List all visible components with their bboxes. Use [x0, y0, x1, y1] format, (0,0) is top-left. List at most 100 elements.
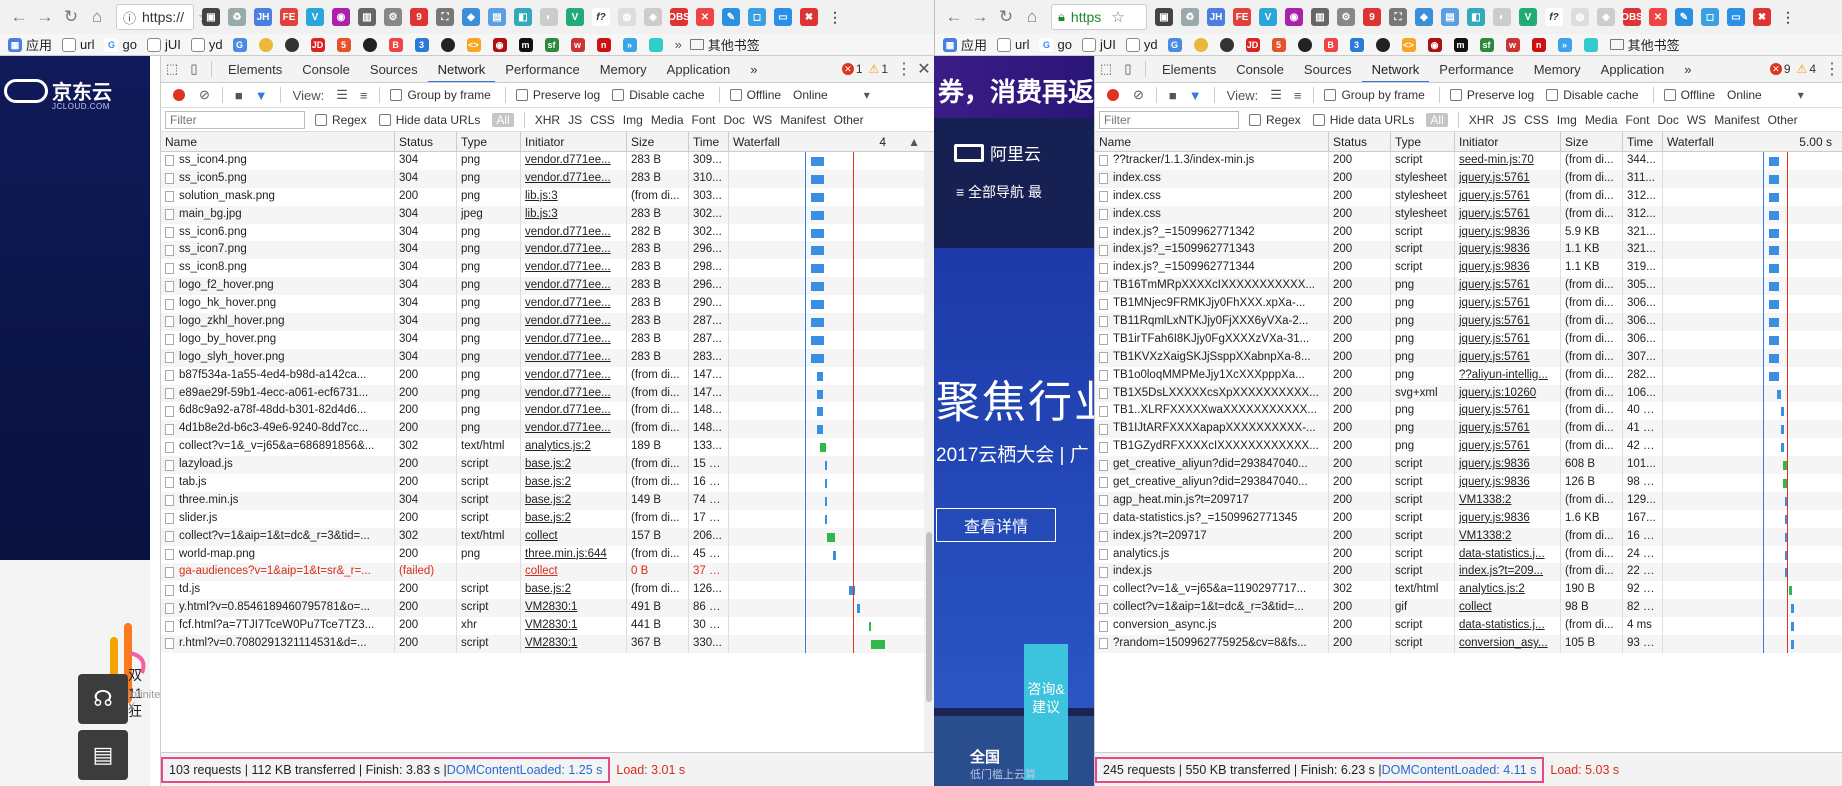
- column-size[interactable]: Size: [1561, 132, 1623, 151]
- cell-initiator[interactable]: jquery.js:5761: [1455, 313, 1561, 331]
- table-row[interactable]: index.css 200 stylesheet jquery.js:5761 (fro…: [1095, 169, 1842, 188]
- extension-icon[interactable]: ◻: [748, 8, 766, 26]
- extension-icon[interactable]: ◉: [332, 8, 350, 26]
- extension-icon[interactable]: ◆: [1415, 8, 1433, 26]
- bookmark-apps[interactable]: ▦ 应用: [943, 35, 987, 54]
- cell-initiator[interactable]: jquery.js:10260: [1455, 384, 1561, 403]
- error-counter[interactable]: ✕ 1 ⚠ 1: [841, 62, 894, 76]
- type-filter-js[interactable]: JS: [1502, 113, 1516, 127]
- extension-icon[interactable]: ◐: [540, 8, 558, 26]
- clear-icon[interactable]: ⊘: [1133, 87, 1144, 103]
- menu-icon[interactable]: ⋮: [826, 8, 844, 26]
- type-filter-font[interactable]: Font: [1626, 113, 1650, 127]
- device-toolbar-icon[interactable]: ▯: [183, 58, 205, 80]
- cell-initiator[interactable]: collect: [1455, 599, 1561, 618]
- type-filter-other[interactable]: Other: [1768, 113, 1798, 127]
- cell-initiator[interactable]: jquery.js:9836: [1455, 456, 1561, 475]
- cell-initiator[interactable]: jquery.js:5761: [1455, 438, 1561, 457]
- bookmark-jd[interactable]: JD: [1245, 37, 1264, 52]
- bookmarks-overflow[interactable]: »: [675, 37, 682, 52]
- extension-icon[interactable]: JH: [1207, 8, 1225, 26]
- table-row[interactable]: ss_icon5.png 304 png vendor.d771ee... 283 B3…: [161, 169, 924, 188]
- reload-icon[interactable]: ↻: [58, 4, 84, 30]
- extension-icon[interactable]: OBS: [668, 8, 690, 26]
- column-name[interactable]: Name: [1095, 132, 1329, 151]
- extension-icon[interactable]: FE: [1233, 8, 1251, 26]
- table-row[interactable]: collect?v=1&_v=j65&a=686891856&... 302 tex…: [161, 438, 924, 457]
- cell-initiator[interactable]: base.js:2: [521, 491, 627, 510]
- cell-initiator[interactable]: VM2830:1: [521, 599, 627, 618]
- bookmark-chevrons[interactable]: »: [1557, 37, 1576, 52]
- bookmark-n[interactable]: n: [596, 37, 615, 52]
- type-filter-xhr[interactable]: XHR: [1469, 113, 1494, 127]
- tab-performance[interactable]: Performance: [495, 56, 589, 82]
- bookmark-bootstrap[interactable]: B: [388, 37, 407, 52]
- cell-initiator[interactable]: vendor.d771ee...: [521, 277, 627, 296]
- cell-initiator[interactable]: ??aliyun-intellig...: [1455, 366, 1561, 385]
- extension-icon[interactable]: ◻: [1701, 8, 1719, 26]
- column-waterfall[interactable]: Waterfall 5.00 s: [1663, 132, 1842, 151]
- extension-icon[interactable]: ◈: [644, 8, 662, 26]
- inspect-icon[interactable]: ⬚: [161, 58, 183, 80]
- filter-input[interactable]: [165, 110, 305, 129]
- column-initiator[interactable]: Initiator: [1455, 132, 1561, 151]
- extension-icon[interactable]: ▤: [488, 8, 506, 26]
- table-row[interactable]: logo_slyh_hover.png 304 png vendor.d771ee..…: [161, 348, 924, 367]
- table-row[interactable]: ss_icon8.png 304 png vendor.d771ee... 283 B2…: [161, 259, 924, 278]
- record-icon[interactable]: [1107, 89, 1119, 101]
- cell-initiator[interactable]: jquery.js:5761: [1455, 169, 1561, 188]
- cell-initiator[interactable]: seed-min.js:70: [1455, 152, 1561, 170]
- extension-icon[interactable]: JH: [254, 8, 272, 26]
- extension-icon[interactable]: ✕: [1649, 8, 1667, 26]
- table-row[interactable]: TB1irTFah6I8KJjy0FgXXXXzVXa-31... 200 png j…: [1095, 330, 1842, 349]
- menu-icon[interactable]: ⋮: [1779, 8, 1797, 26]
- table-row[interactable]: e89ae29f-59b1-4ecc-a061-ecf6731... 200 png…: [161, 384, 924, 403]
- back-icon[interactable]: ←: [6, 4, 32, 30]
- home-icon[interactable]: ⌂: [1019, 4, 1045, 30]
- type-filter-other[interactable]: Other: [834, 113, 864, 127]
- bookmark-yd[interactable]: yd: [1125, 37, 1158, 52]
- type-filter-all[interactable]: All: [1426, 112, 1448, 127]
- table-row[interactable]: index.css 200 stylesheet jquery.js:5761 (fro…: [1095, 205, 1842, 224]
- settings-menu-icon[interactable]: ⋮: [1822, 59, 1842, 79]
- tab-memory[interactable]: Memory: [590, 56, 657, 82]
- cell-initiator[interactable]: VM2830:1: [521, 635, 627, 653]
- offline-checkbox[interactable]: Offline: [729, 88, 781, 102]
- cell-initiator[interactable]: vendor.d771ee...: [521, 366, 627, 385]
- type-filter-css[interactable]: CSS: [1524, 113, 1549, 127]
- table-row[interactable]: TB1IJtARFXXXXapapXXXXXXXXXX-... 200 png jqu…: [1095, 420, 1842, 439]
- table-row[interactable]: conversion_async.js 200 script data-statist…: [1095, 617, 1842, 636]
- cell-initiator[interactable]: vendor.d771ee...: [521, 169, 627, 188]
- extension-icon[interactable]: ⚙: [1337, 8, 1355, 26]
- table-row[interactable]: b87f534a-1a55-4ed4-b98d-a142ca... 200 png v…: [161, 366, 924, 385]
- preserve-log-checkbox[interactable]: Preserve log: [515, 88, 600, 102]
- extension-icon[interactable]: ▭: [1727, 8, 1745, 26]
- tab-application[interactable]: Application: [1591, 56, 1675, 82]
- table-row[interactable]: TB16TmMRpXXXXcIXXXXXXXXXXX... 200 png jquer…: [1095, 277, 1842, 296]
- type-filter-js[interactable]: JS: [568, 113, 582, 127]
- offline-checkbox[interactable]: Offline: [1663, 88, 1715, 102]
- type-filter-doc[interactable]: Doc: [1658, 113, 1679, 127]
- bookmark-jd[interactable]: JD: [310, 37, 329, 52]
- table-row[interactable]: ga-audiences?v=1&aip=1&t=sr&_r=... (faile…: [161, 563, 924, 582]
- forward-icon[interactable]: →: [967, 4, 993, 30]
- table-row[interactable]: TB1GZydRFXXXXcIXXXXXXXXXXXX... 200 png jque…: [1095, 438, 1842, 457]
- bookmark-other-folder[interactable]: 其他书签: [689, 35, 760, 54]
- table-row[interactable]: index.js 200 script index.js?t=209... (from …: [1095, 563, 1842, 582]
- bookmark-jui[interactable]: jUI: [146, 37, 181, 52]
- group-by-frame-checkbox[interactable]: Group by frame: [390, 88, 491, 102]
- column-time[interactable]: Time: [1623, 132, 1663, 151]
- forward-icon[interactable]: →: [32, 4, 58, 30]
- cell-initiator[interactable]: vendor.d771ee...: [521, 384, 627, 403]
- tab-elements[interactable]: Elements: [218, 56, 292, 82]
- table-row[interactable]: data-statistics.js?_=1509962771345 200 scr…: [1095, 509, 1842, 528]
- camera-icon[interactable]: ■: [235, 88, 243, 103]
- clear-icon[interactable]: ⊘: [199, 87, 210, 103]
- feedback-button[interactable]: ▤: [78, 730, 128, 780]
- filter-icon[interactable]: ▼: [255, 88, 268, 103]
- type-filter-media[interactable]: Media: [651, 113, 684, 127]
- regex-checkbox[interactable]: Regex: [1249, 113, 1301, 127]
- extension-icon[interactable]: V: [1259, 8, 1277, 26]
- column-type[interactable]: Type: [1391, 132, 1455, 151]
- bookmark-translate[interactable]: G: [232, 37, 251, 52]
